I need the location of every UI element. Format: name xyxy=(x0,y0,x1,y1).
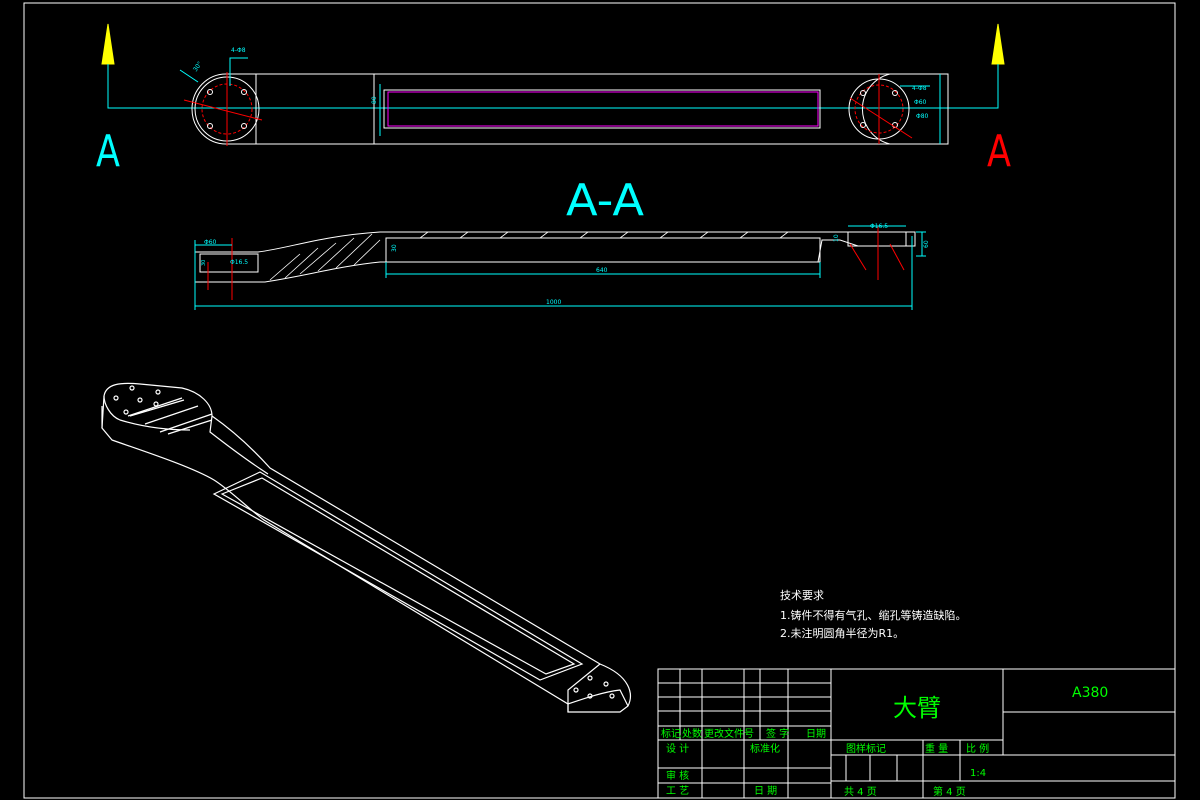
scale-value: 1:4 xyxy=(970,768,986,779)
isometric-outline xyxy=(101,382,631,713)
right-bore xyxy=(847,231,907,247)
sec-left-hole: Φ16.5 xyxy=(230,259,248,266)
thickness-label: 80 xyxy=(371,96,378,104)
row-process: 工 艺 xyxy=(666,785,689,797)
scale-label: 比 例 xyxy=(966,742,989,755)
hole-label-right: 4-Φ8 xyxy=(912,85,927,92)
left-bore xyxy=(199,253,259,273)
section-arrow-right-icon xyxy=(991,23,1005,65)
slot-outer xyxy=(383,89,821,129)
rev-header-date: 日期 xyxy=(806,728,826,740)
drawing-code: A380 xyxy=(1072,685,1108,701)
total-sheets: 共 4 页 xyxy=(844,786,877,798)
slot-inner xyxy=(387,91,819,127)
isometric-view xyxy=(101,382,631,713)
sec-slot-depth: 30 xyxy=(391,244,398,252)
section-view xyxy=(194,225,926,310)
part-name: 大臂 xyxy=(893,694,941,722)
rev-header-doc: 更改文件号 xyxy=(704,727,754,740)
isometric-slot xyxy=(212,471,584,681)
section-mark-right: A xyxy=(987,126,1011,177)
row-design: 设 计 xyxy=(666,742,689,755)
sec-left-depth: 30 xyxy=(201,260,207,266)
sec-right-small: 10 xyxy=(833,234,840,242)
arm-outline xyxy=(226,73,949,145)
rev-header-count: 处数 xyxy=(682,727,702,740)
sec-left-top: Φ60 xyxy=(204,239,217,246)
section-slot xyxy=(385,237,821,263)
right-dia-60: Φ60 xyxy=(914,99,927,106)
rev-header-mark: 标记 xyxy=(661,728,681,740)
angle-label: 30° xyxy=(192,60,204,73)
row-date: 日 期 xyxy=(754,785,777,797)
rev-header-sign: 签 字 xyxy=(766,727,789,740)
sec-overall-length: 1000 xyxy=(546,299,561,306)
section-mark-left: A xyxy=(96,126,120,177)
hole-label-left: 4-Φ8 xyxy=(231,47,246,54)
stage-label: 图样标记 xyxy=(846,742,886,755)
top-view xyxy=(101,23,1005,146)
cad-drawing-canvas: 4-Φ8 30° 80 4-Φ8 Φ60 Φ80 A A A-A Φ60 Φ16… xyxy=(23,2,1176,799)
sec-right-height: 60 xyxy=(923,240,930,248)
right-dia-80: Φ80 xyxy=(916,113,929,120)
section-arrow-left-icon xyxy=(101,23,115,65)
sheet-number: 第 4 页 xyxy=(933,785,966,798)
row-review: 审 核 xyxy=(666,769,689,782)
row-standard: 标准化 xyxy=(750,742,780,755)
drawing-border xyxy=(23,2,1176,799)
section-title: A-A xyxy=(566,175,644,226)
sec-right-top: Φ16.5 xyxy=(870,223,888,230)
tech-req-item-2: 2.未注明圆角半径为R1。 xyxy=(780,626,904,640)
tech-req-item-1: 1.铸件不得有气孔、缩孔等铸造缺陷。 xyxy=(780,608,967,622)
weight-label: 重 量 xyxy=(925,742,948,755)
sec-slot-length: 640 xyxy=(596,267,608,274)
tech-req-heading: 技术要求 xyxy=(780,589,824,602)
